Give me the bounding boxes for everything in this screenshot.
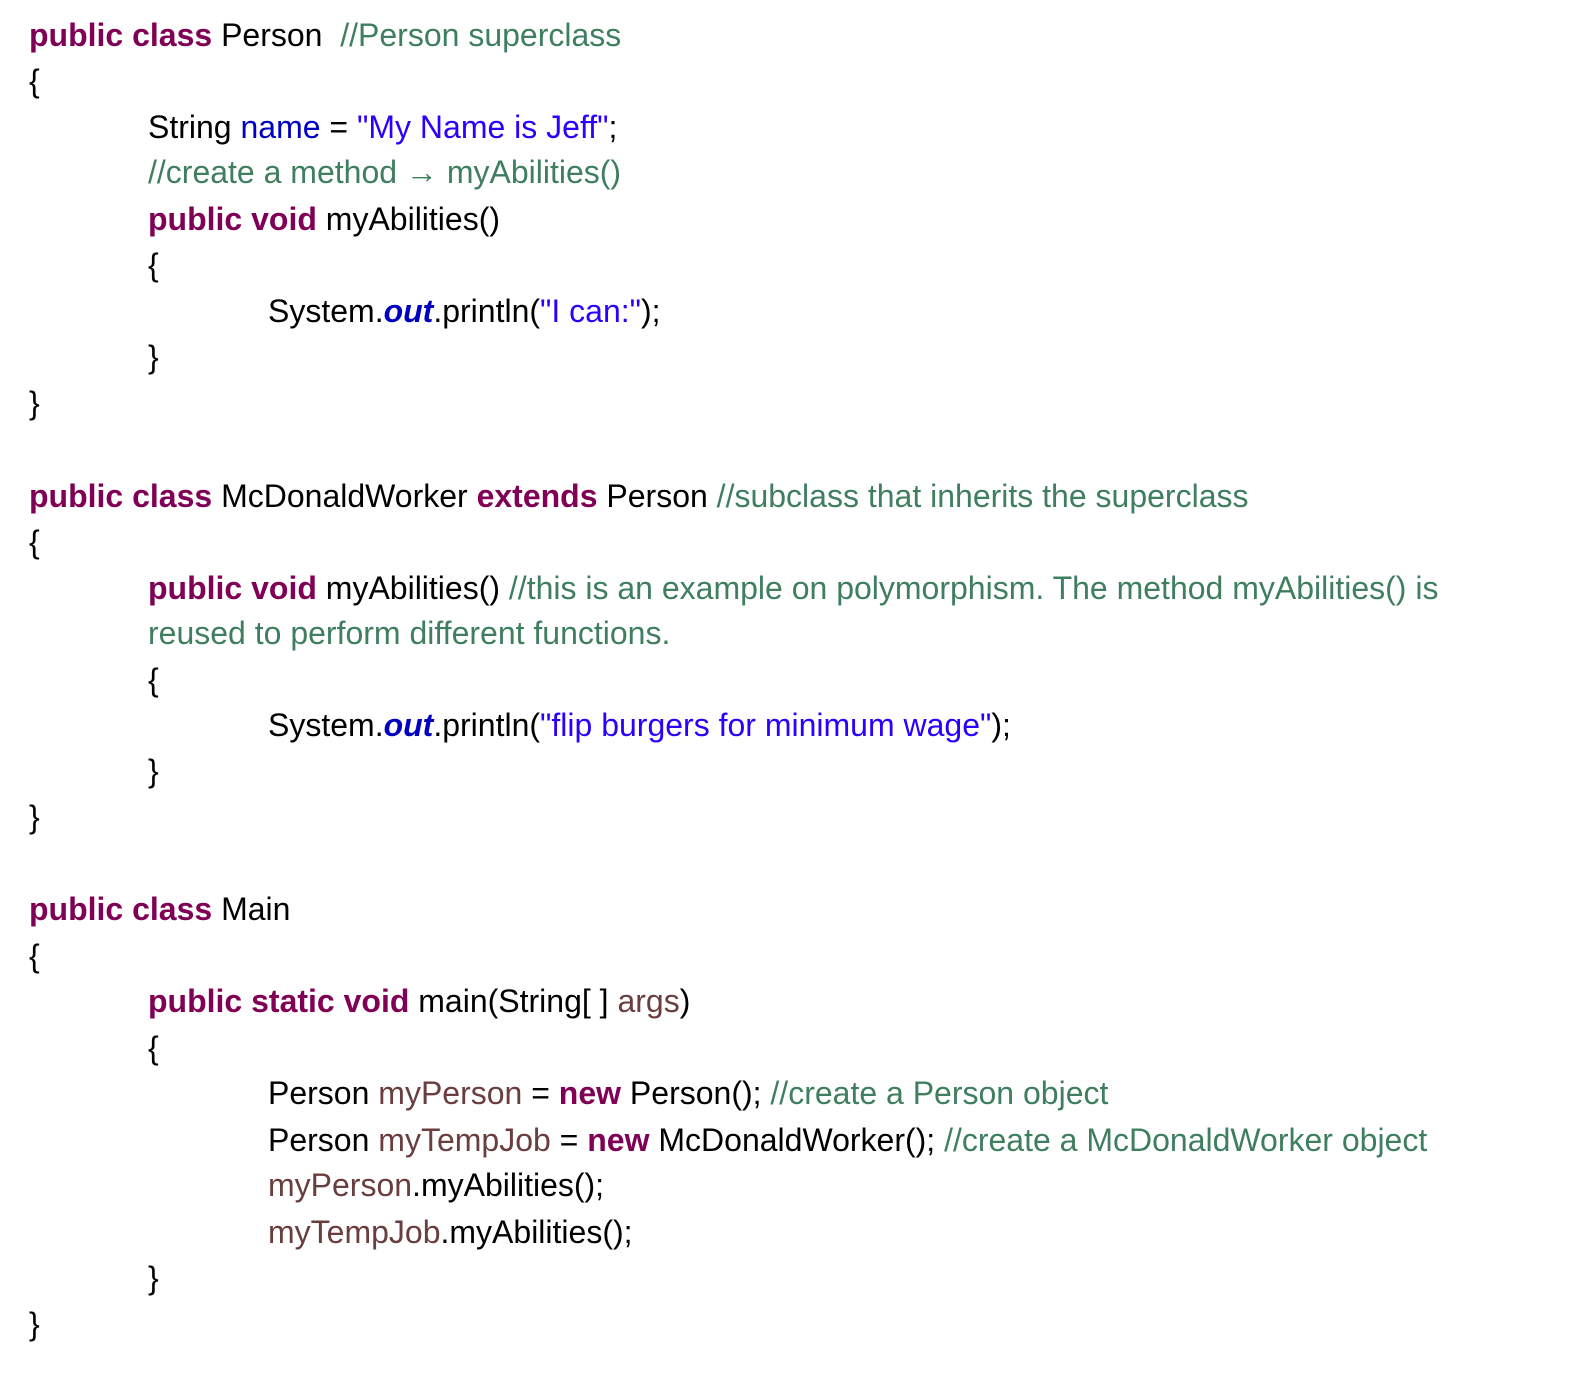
variable-token: myTempJob [378, 1122, 551, 1158]
code-line: { [29, 936, 40, 976]
code-token: { [148, 1030, 159, 1066]
code-token: { [148, 247, 159, 283]
code-token: ) [679, 983, 691, 1019]
code-line: reused to perform different functions. [148, 613, 670, 653]
code-token: Person [597, 478, 717, 514]
code-line: { [29, 61, 40, 101]
code-token: Person [268, 1122, 379, 1158]
code-line: public class McDonaldWorker extends Pers… [29, 476, 1248, 516]
code-token: = [550, 1122, 588, 1158]
code-line: //create a method → myAbilities() [148, 152, 621, 192]
code-token: = [320, 109, 357, 145]
code-line: Person myTempJob = new McDonaldWorker();… [268, 1120, 1427, 1160]
string-literal-token: "My Name is Jeff" [357, 109, 609, 145]
field-token: name [240, 109, 321, 145]
code-line: } [29, 1304, 40, 1344]
code-line: } [148, 337, 159, 377]
code-token: ); [991, 707, 1011, 743]
comment-token: //Person superclass [340, 17, 622, 53]
comment-token: //create a method → myAbilities() [148, 154, 622, 190]
code-line: public void myAbilities() //this is an e… [148, 568, 1438, 608]
code-token: .println( [433, 707, 541, 743]
code-line: myTempJob.myAbilities(); [268, 1212, 633, 1252]
string-literal-token: "I can:" [540, 293, 642, 329]
code-line: { [29, 522, 40, 562]
code-token: } [29, 799, 40, 835]
code-token: Person [268, 1075, 379, 1111]
static-field-token: out [383, 293, 434, 329]
comment-token: reused to perform different functions. [148, 615, 671, 651]
code-token: { [29, 524, 40, 560]
code-token: { [29, 63, 40, 99]
code-line: public static void main(String[ ] args) [148, 981, 690, 1021]
code-token: = [522, 1075, 559, 1111]
code-line: System.out.println("I can:"); [268, 291, 661, 331]
static-field-token: out [383, 707, 434, 743]
code-token: System. [268, 293, 384, 329]
keyword-token: public void [148, 201, 317, 237]
keyword-token: public class [29, 891, 213, 927]
code-token: McDonaldWorker [212, 478, 477, 514]
code-line: { [148, 660, 159, 700]
code-line: public void myAbilities() [148, 199, 500, 239]
comment-token: //create a McDonaldWorker object [944, 1122, 1428, 1158]
code-token: myAbilities() [316, 201, 501, 237]
keyword-token: public void [148, 570, 317, 606]
code-token: .myAbilities(); [412, 1167, 605, 1203]
code-token: .myAbilities(); [440, 1214, 633, 1250]
code-line: } [29, 383, 40, 423]
code-token: { [29, 938, 40, 974]
code-token: Main [212, 891, 291, 927]
code-token: } [148, 1260, 159, 1296]
code-token: ; [608, 109, 618, 145]
variable-token: args [617, 983, 680, 1019]
code-token: myAbilities() [316, 570, 509, 606]
code-line: { [148, 245, 159, 285]
code-line: public class Person //Person superclass [29, 15, 621, 55]
code-token: .println( [433, 293, 541, 329]
string-literal-token: "flip burgers for minimum wage" [540, 707, 992, 743]
keyword-token: new [558, 1075, 622, 1111]
keyword-token: public class [29, 478, 213, 514]
code-line: myPerson.myAbilities(); [268, 1165, 604, 1205]
code-line: { [148, 1028, 159, 1068]
variable-token: myPerson [268, 1167, 413, 1203]
code-token: McDonaldWorker(); [649, 1122, 945, 1158]
keyword-token: extends [476, 478, 598, 514]
code-token: } [29, 385, 40, 421]
keyword-token: public class [29, 17, 213, 53]
code-line: System.out.println("flip burgers for min… [268, 705, 1011, 745]
comment-token: //this is an example on polymorphism. Th… [508, 570, 1439, 606]
variable-token: myPerson [378, 1075, 523, 1111]
code-line: String name = "My Name is Jeff"; [148, 107, 617, 147]
keyword-token: new [587, 1122, 650, 1158]
comment-token: //subclass that inherits the superclass [716, 478, 1249, 514]
code-token: System. [268, 707, 384, 743]
code-token: } [29, 1306, 40, 1342]
code-line: Person myPerson = new Person(); //create… [268, 1073, 1108, 1113]
keyword-token: public static void [148, 983, 410, 1019]
code-token: String [148, 109, 241, 145]
code-line: } [148, 1258, 159, 1298]
code-token: } [148, 339, 159, 375]
code-token: Person(); [621, 1075, 771, 1111]
code-token: ); [641, 293, 661, 329]
code-line: } [29, 797, 40, 837]
code-token: main(String[ ] [409, 983, 618, 1019]
code-line: } [148, 751, 159, 791]
code-token: } [148, 753, 159, 789]
code-token: { [148, 662, 159, 698]
code-token: Person [212, 17, 341, 53]
variable-token: myTempJob [268, 1214, 441, 1250]
code-line: public class Main [29, 889, 290, 929]
comment-token: //create a Person object [770, 1075, 1109, 1111]
